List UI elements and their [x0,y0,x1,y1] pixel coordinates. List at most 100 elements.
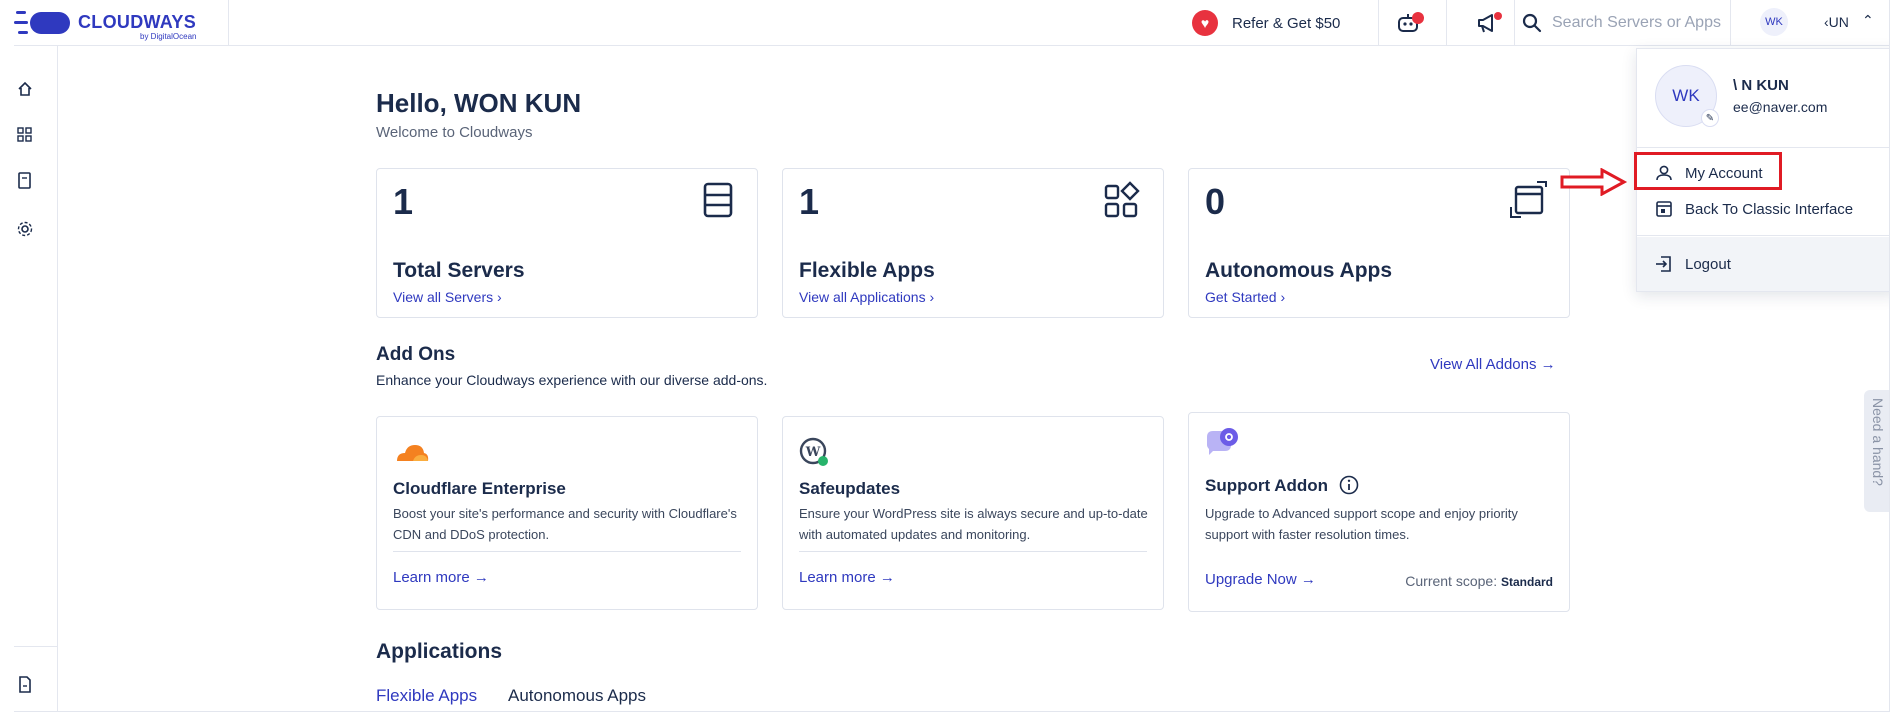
addons-title: Add Ons [376,344,456,365]
addon-description: Boost your site's performance and securi… [393,506,737,542]
logo-text: CLOUDWAYS [78,12,197,32]
upgrade-now-link[interactable]: Upgrade Now → [1205,571,1316,588]
logo-subtext: by DigitalOcean [140,32,197,41]
bot-button[interactable] [1394,10,1424,36]
chevron-right-icon: › [497,289,502,305]
search-input[interactable]: Search Servers or Apps [1552,14,1721,32]
stat-title: Flexible Apps [799,259,935,282]
need-hand-label: Need a hand? [1870,398,1886,486]
page-title: Hello, WON KUN [376,88,582,118]
divider [1637,235,1889,236]
learn-more-link[interactable]: Learn more → [393,569,489,586]
link-label: View all Servers [393,289,494,305]
classic-layout-icon [1656,201,1672,217]
get-started-link[interactable]: Get Started › [1205,289,1285,305]
svg-text:W: W [805,445,821,460]
menu-item-label: Back To Classic Interface [1685,200,1854,218]
notification-dot [1494,12,1502,20]
divider [1514,0,1515,46]
addon-title: Cloudflare Enterprise [393,479,566,498]
divider [1637,147,1889,148]
menu-item-label: Logout [1685,255,1731,273]
cloudflare-icon [397,445,429,461]
arrow-right-icon: → [879,569,895,586]
top-bar: CLOUDWAYS by DigitalOcean ♥ Refer & Get … [14,0,1889,46]
link-label: View all Applications [799,289,926,305]
view-all-servers-link[interactable]: View all Servers › [393,289,502,305]
menu-item-logout[interactable]: Logout [1637,237,1889,291]
apps-icon [1104,181,1140,218]
chevron-right-icon: › [929,289,935,305]
arrow-right-icon: → [473,569,489,586]
divider [393,551,741,552]
addon-description: Upgrade to Advanced support scope and en… [1205,506,1518,542]
need-a-hand-tab[interactable]: Need a hand? [1864,390,1889,512]
divider [1446,0,1447,46]
user-name[interactable]: ‹UN [1824,14,1849,30]
stat-count: 0 [1205,181,1226,222]
settings-icon[interactable] [14,218,36,240]
stat-count: 1 [799,181,820,222]
stat-count: 1 [393,181,414,222]
divider [1730,0,1731,46]
avatar[interactable]: WK [1760,8,1788,36]
server-icon [703,182,733,218]
addon-description: Ensure your WordPress site is always sec… [799,506,1148,542]
link-label: Learn more [393,569,470,586]
heart-icon: ♥ [1192,10,1218,36]
tab-flexible-apps[interactable]: Flexible Apps [376,686,477,706]
announcements-button[interactable] [1474,10,1502,36]
info-icon[interactable] [1339,475,1359,495]
view-all-addons-link[interactable]: View All Addons → [1430,356,1556,373]
apps-grid-icon[interactable] [14,124,36,146]
total-servers-card[interactable]: 1 Total Servers View all Servers › [376,168,758,318]
search-icon [1522,13,1542,33]
page-subtitle: Welcome to Cloudways [376,124,533,141]
view-all-applications-link[interactable]: View all Applications › [799,289,934,305]
stat-title: Total Servers [393,259,525,282]
scope-value: Standard [1500,575,1553,589]
search-bar[interactable]: Search Servers or Apps [1522,10,1721,36]
addon-title: Support Addon [1205,475,1359,496]
divider [799,551,1147,552]
annotation-arrow-icon [1560,168,1628,196]
cloudways-logo[interactable]: CLOUDWAYS by DigitalOcean [14,8,214,41]
refer-button[interactable]: ♥ Refer & Get $50 [1192,10,1340,36]
addon-title: Safeupdates [799,479,901,498]
learn-more-link[interactable]: Learn more → [799,569,895,586]
safeupdates-addon-card: W Safeupdates Ensure your WordPress site… [782,416,1164,610]
chevron-up-icon[interactable]: ⌃ [1862,12,1874,29]
support-addon-card: Support Addon Upgrade to Advanced suppor… [1188,412,1570,612]
addons-subtitle: Enhance your Cloudways experience with o… [376,372,768,388]
cloudflare-addon-card: Cloudflare Enterprise Boost your site's … [376,416,758,610]
current-scope: Current scope: Standard [1405,573,1553,589]
home-icon[interactable] [14,78,36,100]
help-doc-icon[interactable] [14,674,36,696]
menu-item-classic-interface[interactable]: Back To Classic Interface [1637,191,1889,227]
link-label: Upgrade Now [1205,571,1297,588]
addon-title-text: Support Addon [1205,476,1329,495]
window-icon [1510,181,1547,218]
flexible-apps-card[interactable]: 1 Flexible Apps View all Applications › [782,168,1164,318]
arrow-right-icon: → [1300,571,1316,588]
document-icon[interactable] [14,170,36,192]
support-chat-icon [1207,428,1238,455]
logo-divider [228,0,229,46]
stat-title: Autonomous Apps [1205,259,1393,282]
link-label: View All Addons [1430,356,1537,373]
tab-autonomous-apps[interactable]: Autonomous Apps [508,686,646,706]
arrow-right-icon: → [1540,356,1556,373]
edit-pencil-icon[interactable]: ✎ [1701,109,1719,127]
link-label: Get Started [1205,289,1277,305]
notification-dot [1412,12,1424,24]
app-frame: CLOUDWAYS by DigitalOcean ♥ Refer & Get … [14,0,1890,712]
divider [1378,0,1379,46]
dropdown-user-email: ee@naver.com [1733,99,1828,115]
sidebar-divider [14,646,58,647]
autonomous-apps-card[interactable]: 0 Autonomous Apps Get Started › [1188,168,1570,318]
sidebar [14,46,58,711]
link-label: Learn more [799,569,876,586]
wordpress-icon: W [799,437,828,466]
chevron-right-icon: › [1280,289,1286,305]
applications-title: Applications [376,640,503,663]
